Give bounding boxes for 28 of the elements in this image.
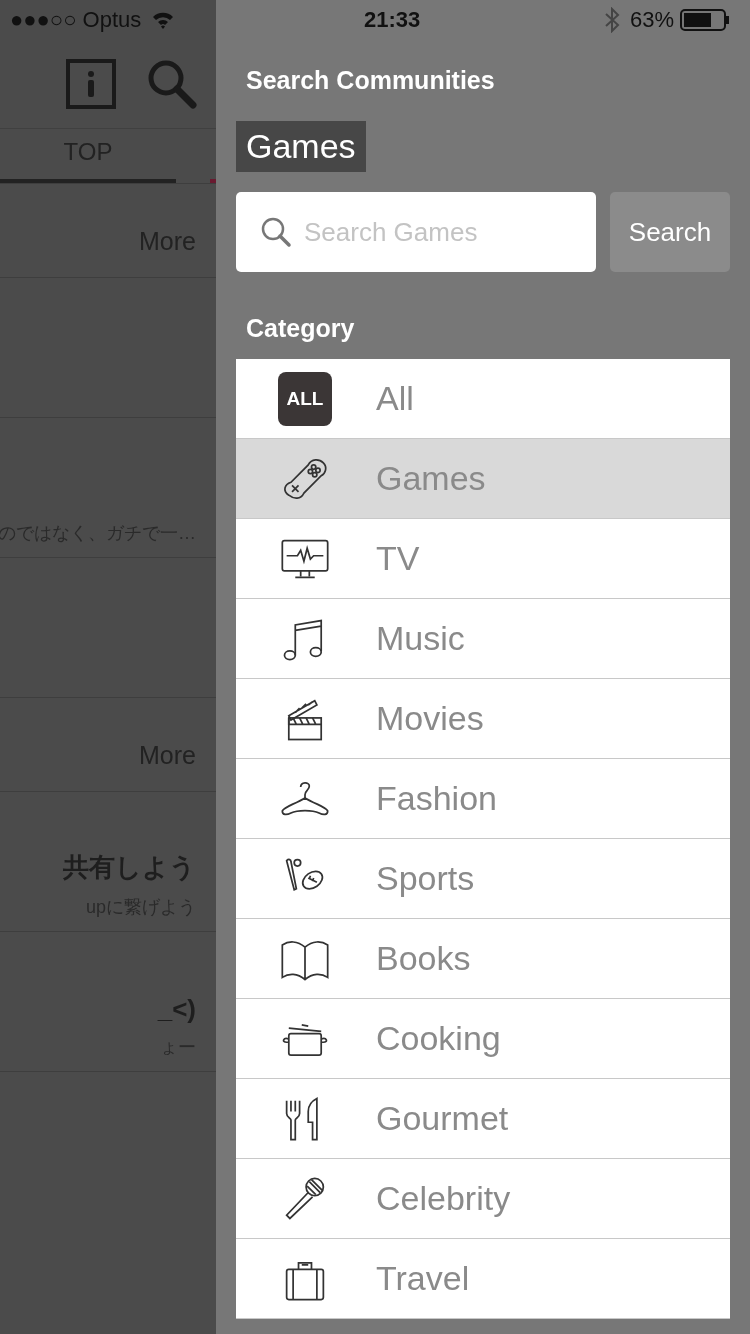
search-icon[interactable] (146, 58, 198, 110)
battery-icon (680, 9, 730, 31)
category-item[interactable]: Books (236, 919, 730, 999)
category-item[interactable]: Music (236, 599, 730, 679)
carrier-signal: ●●●○○ Optus (10, 7, 142, 33)
clock: 21:33 (364, 7, 422, 33)
search-field[interactable]: Search Games (236, 192, 596, 272)
current-category: Games (236, 121, 366, 172)
category-item[interactable]: TV (236, 519, 730, 599)
category-item[interactable]: Movies (236, 679, 730, 759)
category-item[interactable]: Games (236, 439, 730, 519)
info-icon[interactable] (66, 59, 116, 109)
search-button[interactable]: Search (610, 192, 730, 272)
category-item[interactable]: Fashion (236, 759, 730, 839)
category-item[interactable]: Sports (236, 839, 730, 919)
section-heading: Category (246, 314, 356, 343)
category-item[interactable]: Travel (236, 1239, 730, 1319)
bluetooth-icon (603, 7, 620, 33)
category-item[interactable]: Cooking (236, 999, 730, 1079)
battery-percent: 63% (629, 7, 674, 33)
all-badge-icon: ALL (278, 371, 332, 426)
drawer-title: Search Communities (246, 66, 496, 95)
post-title: _<) (157, 994, 196, 1025)
category-item[interactable]: Celebrity (236, 1159, 730, 1239)
category-item[interactable]: ALL All (236, 359, 730, 439)
category-item[interactable]: Gourmet (236, 1079, 730, 1159)
search-icon (260, 216, 292, 248)
wifi-icon (151, 11, 176, 29)
